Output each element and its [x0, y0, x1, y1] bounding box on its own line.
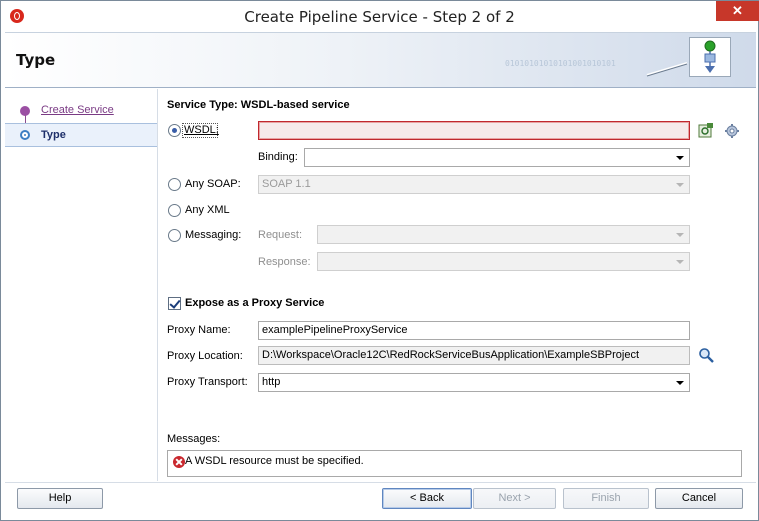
chevron-down-icon — [676, 233, 684, 237]
proxy-location-label: Proxy Location: — [167, 350, 243, 362]
wizard-steps-nav: Create Service Type — [5, 89, 158, 481]
header-decoration-text: 01010101010101001010101 — [505, 59, 616, 68]
any-xml-radio[interactable] — [168, 204, 181, 217]
wand-graphic-icon — [646, 62, 688, 77]
messaging-label: Messaging: — [185, 229, 242, 241]
cancel-button[interactable]: Cancel — [655, 488, 743, 509]
request-label: Request: — [258, 229, 303, 241]
nav-item-label: Create Service — [41, 104, 114, 116]
chevron-down-icon — [676, 156, 684, 160]
soap-version-select[interactable]: SOAP 1.1 — [258, 175, 690, 194]
expose-proxy-label: Expose as a Proxy Service — [185, 297, 325, 309]
next-button[interactable]: Next > — [473, 488, 556, 509]
proxy-transport-value: http — [262, 376, 281, 388]
service-type-title: Service Type: WSDL-based service — [167, 99, 350, 111]
proxy-name-label: Proxy Name: — [167, 324, 231, 336]
chevron-down-icon — [676, 183, 684, 187]
any-xml-label: Any XML — [185, 204, 230, 216]
proxy-location-input[interactable]: D:\Workspace\Oracle12C\RedRockServiceBus… — [258, 346, 690, 365]
error-icon — [173, 456, 185, 468]
messages-panel: A WSDL resource must be specified. — [167, 450, 742, 477]
binding-label: Binding: — [258, 151, 298, 163]
binding-select[interactable] — [304, 148, 690, 167]
dialog-window: Create Pipeline Service - Step 2 of 2 ✕ … — [0, 0, 759, 521]
search-icon[interactable] — [698, 347, 714, 363]
response-select[interactable] — [317, 252, 690, 271]
step-current-icon — [20, 130, 30, 140]
any-soap-radio[interactable] — [168, 178, 181, 191]
step-visited-icon — [20, 106, 30, 116]
gear-icon[interactable] — [724, 123, 740, 139]
proxy-name-input[interactable]: examplePipelineProxyService — [258, 321, 690, 340]
response-label: Response: — [258, 256, 311, 268]
proxy-transport-select[interactable]: http — [258, 373, 690, 392]
wsdl-input[interactable] — [258, 121, 690, 140]
finish-button[interactable]: Finish — [563, 488, 649, 509]
any-soap-label: Any SOAP: — [185, 178, 241, 190]
proxy-transport-label: Proxy Transport: — [167, 376, 248, 388]
back-button[interactable]: < Back — [382, 488, 472, 509]
error-message: A WSDL resource must be specified. — [185, 455, 364, 467]
pipeline-graphic-icon — [689, 37, 731, 77]
messages-label: Messages: — [167, 433, 221, 445]
button-bar-divider — [5, 482, 756, 483]
step-header: Type 01010101010101001010101 — [5, 32, 756, 88]
window-title: Create Pipeline Service - Step 2 of 2 — [244, 8, 515, 26]
nav-item-create-service[interactable]: Create Service — [5, 100, 157, 122]
title-bar: Create Pipeline Service - Step 2 of 2 ✕ — [1, 1, 759, 32]
request-select[interactable] — [317, 225, 690, 244]
wsdl-radio[interactable] — [168, 124, 181, 137]
browse-wsdl-icon[interactable] — [698, 122, 714, 138]
wsdl-label: WSDL: — [184, 124, 219, 136]
soap-version-value: SOAP 1.1 — [262, 178, 311, 190]
messaging-radio[interactable] — [168, 229, 181, 242]
nav-item-label: Type — [41, 129, 66, 141]
close-button[interactable]: ✕ — [716, 1, 759, 21]
chevron-down-icon — [676, 260, 684, 264]
nav-item-type[interactable]: Type — [5, 123, 157, 147]
expose-proxy-checkbox[interactable] — [168, 297, 181, 310]
chevron-down-icon — [676, 381, 684, 385]
help-button[interactable]: Help — [17, 488, 103, 509]
step-title: Type — [16, 51, 56, 69]
